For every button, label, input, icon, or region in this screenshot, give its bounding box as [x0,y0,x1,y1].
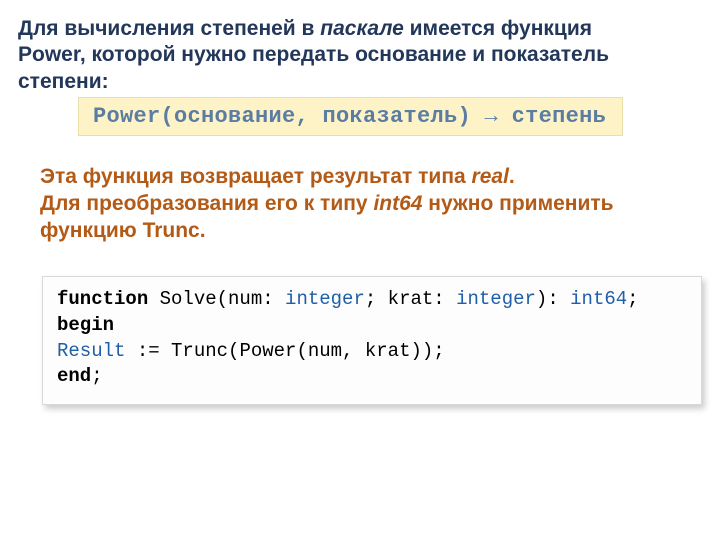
para2-l2c: . [200,219,206,242]
intro-text-2: имеется функция [404,17,592,40]
code-ret: ): [536,288,570,310]
code-assign: := Trunc(Power(num, krat)); [125,340,444,362]
kw-end: end [57,365,91,387]
para2-l1b: . [509,165,515,188]
power-function-box: Power(основание, показатель) → степень [78,97,623,136]
code-type-int1: integer [285,288,365,310]
code-eol1: ; [627,288,638,310]
code-type-int64: int64 [570,288,627,310]
intro-pascal: паскале [320,17,404,40]
code-line-4: end; [57,364,687,390]
para2-real: real [472,165,509,188]
code-line-1: function Solve(num: integer; krat: integ… [57,287,687,313]
kw-function: function [57,288,148,310]
explanation-paragraph: Эта функция возвращает результат типа re… [40,164,702,245]
code-type-int2: integer [456,288,536,310]
intro-text-1: Для вычисления степеней в [18,17,320,40]
para2-l1a: Эта функция возвращает результат типа [40,165,472,188]
intro-text-3: которой нужно передать основание и показ… [18,43,609,92]
intro-power: Power, [18,43,86,66]
code-line-2: begin [57,313,687,339]
code-snippet: function Solve(num: integer; krat: integ… [42,276,702,405]
para2-trunc: Trunc [143,219,200,242]
code-semi1: ; krat: [365,288,456,310]
intro-paragraph: Для вычисления степеней в паскале имеетс… [18,16,702,95]
para2-int64: int64 [373,192,422,215]
code-solve: Solve(num: [148,288,285,310]
kw-begin: begin [57,314,114,336]
code-result: Result [57,340,125,362]
para2-l2a: Для преобразования его к типу [40,192,373,215]
code-eol4: ; [91,365,102,387]
code-line-3: Result := Trunc(Power(num, krat)); [57,339,687,365]
